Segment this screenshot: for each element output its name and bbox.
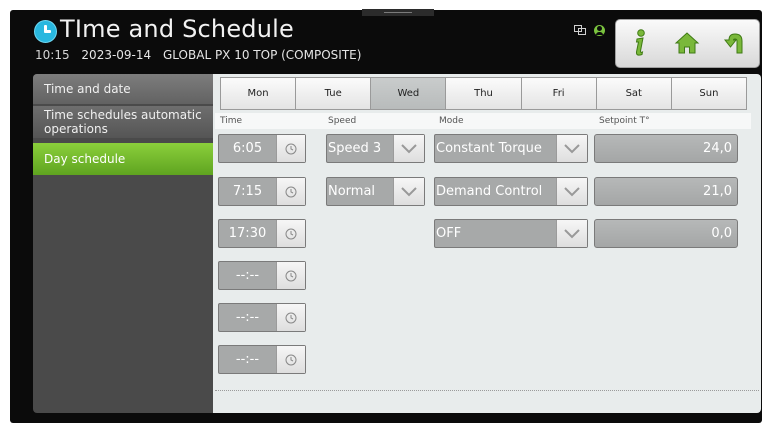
menu-item-day-schedule[interactable]: Day schedule	[33, 143, 213, 175]
time-value: --:--	[235, 310, 260, 325]
info-button[interactable]	[625, 28, 655, 58]
home-button[interactable]	[672, 28, 702, 58]
setpoint-field[interactable]: 24,0	[594, 134, 738, 163]
speed-value: Speed 3	[328, 141, 382, 156]
clock-picker-button[interactable]	[276, 135, 305, 162]
clock-icon	[285, 143, 297, 154]
menu-item-time-schedules[interactable]: Time schedules automatic operations	[33, 106, 213, 138]
back-button[interactable]	[719, 28, 749, 58]
setpoint-value: 24,0	[703, 141, 732, 156]
mode-value: Demand Control	[436, 184, 543, 199]
home-icon	[674, 32, 700, 54]
tab-sat[interactable]: Sat	[595, 77, 672, 110]
speed-value: Normal	[328, 184, 376, 199]
time-field[interactable]: 6:05	[218, 134, 306, 163]
top-notch	[362, 9, 434, 16]
mode-select[interactable]: Demand Control	[434, 177, 588, 206]
time-value: --:--	[235, 352, 260, 367]
clock-icon	[285, 312, 297, 323]
day-tabs: Mon Tue Wed Thu Fri Sat Sun	[220, 77, 747, 110]
network-icon	[574, 25, 586, 35]
mode-value: OFF	[436, 226, 462, 241]
clock-icon	[285, 270, 297, 281]
time-value: 6:05	[232, 141, 263, 156]
speed-select[interactable]: Normal	[326, 177, 425, 206]
chevron-down-icon	[564, 228, 580, 238]
time-field[interactable]: --:--	[218, 303, 306, 332]
col-header-speed: Speed	[328, 116, 357, 126]
clock-picker-button[interactable]	[276, 178, 305, 205]
bottom-divider	[215, 390, 759, 391]
time-value: --:--	[235, 268, 260, 283]
device-name: GLOBAL PX 10 TOP (COMPOSITE)	[163, 48, 362, 62]
menu-item-label: Day schedule	[44, 152, 126, 166]
status-line: 10:15 2023-09-14 GLOBAL PX 10 TOP (COMPO…	[35, 48, 369, 62]
tab-thu[interactable]: Thu	[445, 77, 522, 110]
tab-tue[interactable]: Tue	[295, 77, 372, 110]
chevron-down-icon	[564, 143, 580, 153]
clock-picker-button[interactable]	[276, 304, 305, 331]
clock-picker-button[interactable]	[276, 346, 305, 373]
current-time: 10:15	[35, 48, 70, 62]
time-field[interactable]: --:--	[218, 345, 306, 374]
clock-icon	[34, 20, 57, 43]
tab-mon[interactable]: Mon	[220, 77, 297, 110]
mode-dropdown-button[interactable]	[556, 135, 587, 162]
speed-dropdown-button[interactable]	[393, 135, 424, 162]
mode-select[interactable]: OFF	[434, 219, 588, 248]
chevron-down-icon	[401, 186, 417, 196]
col-header-setpoint: Setpoint T°	[599, 116, 650, 126]
time-value: 17:30	[228, 226, 267, 241]
user-icon	[594, 25, 605, 36]
mode-select[interactable]: Constant Torque	[434, 134, 588, 163]
mode-value: Constant Torque	[436, 141, 542, 156]
mode-dropdown-button[interactable]	[556, 178, 587, 205]
mode-dropdown-button[interactable]	[556, 220, 587, 247]
main-panel: Mon Tue Wed Thu Fri Sat Sun Time Speed M…	[213, 74, 761, 413]
current-date: 2023-09-14	[81, 48, 152, 62]
col-header-mode: Mode	[439, 116, 464, 126]
clock-picker-button[interactable]	[276, 220, 305, 247]
chevron-down-icon	[564, 186, 580, 196]
speed-select[interactable]: Speed 3	[326, 134, 425, 163]
time-value: 7:15	[232, 184, 263, 199]
page-title: TIme and Schedule	[60, 15, 294, 43]
time-field[interactable]: 7:15	[218, 177, 306, 206]
time-field[interactable]: --:--	[218, 261, 306, 290]
clock-picker-button[interactable]	[276, 262, 305, 289]
clock-icon	[285, 186, 297, 197]
clock-icon	[285, 228, 297, 239]
chevron-down-icon	[401, 143, 417, 153]
setpoint-field[interactable]: 21,0	[594, 177, 738, 206]
info-icon	[635, 29, 645, 56]
menu-item-label: Time and date	[44, 82, 131, 96]
menu-item-label: Time schedules automatic operations	[44, 108, 202, 136]
setpoint-value: 0,0	[711, 226, 732, 241]
tab-fri[interactable]: Fri	[520, 77, 597, 110]
menu-item-time-and-date[interactable]: Time and date	[33, 74, 213, 104]
col-header-time: Time	[220, 116, 243, 126]
setpoint-field[interactable]: 0,0	[594, 219, 738, 248]
speed-dropdown-button[interactable]	[393, 178, 424, 205]
back-icon	[723, 33, 743, 54]
status-icons	[574, 25, 608, 37]
clock-icon	[285, 354, 297, 365]
side-menu: Time and date Time schedules automatic o…	[33, 74, 213, 413]
tab-wed[interactable]: Wed	[370, 77, 447, 110]
column-header-strip	[215, 113, 751, 129]
tab-sun[interactable]: Sun	[670, 77, 747, 110]
action-button-panel	[615, 19, 760, 68]
setpoint-value: 21,0	[703, 184, 732, 199]
time-field[interactable]: 17:30	[218, 219, 306, 248]
